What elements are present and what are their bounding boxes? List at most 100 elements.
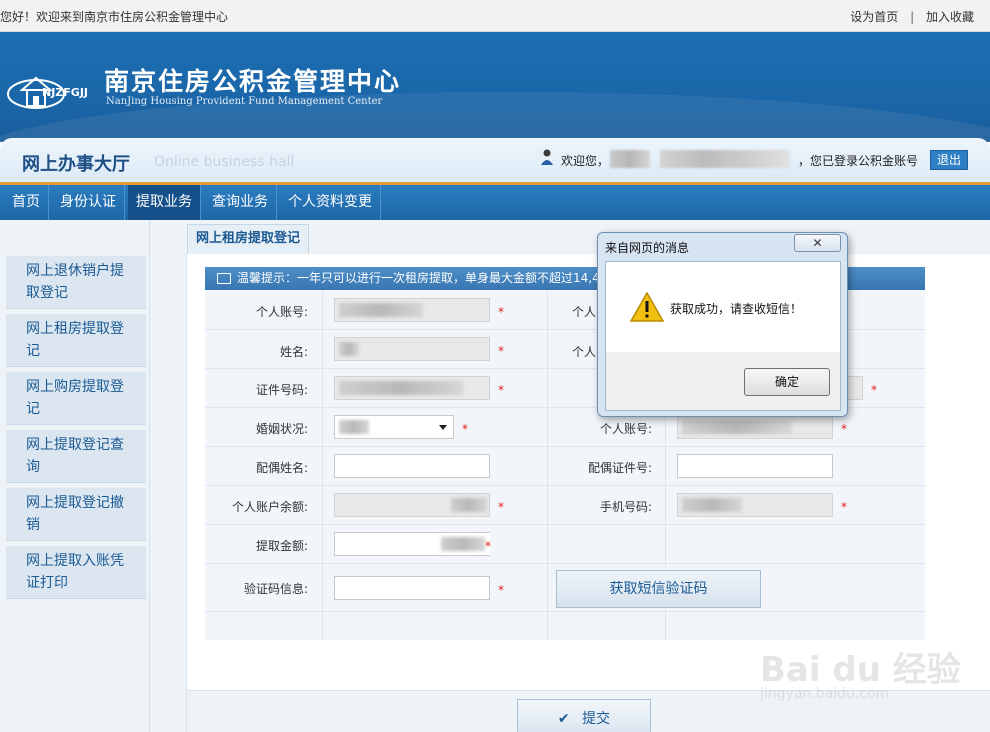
- account-no-field: [334, 298, 490, 322]
- baidu-watermark: Bai du 经验 jingyan.baidu.com: [760, 640, 990, 710]
- main-nav: 首页 身份认证 提取业务 查询业务 个人资料变更: [0, 182, 990, 220]
- required-mark: *: [498, 344, 504, 358]
- nav-item-profile-change[interactable]: 个人资料变更: [280, 185, 381, 220]
- name-field: [334, 337, 490, 361]
- redacted-account: [660, 150, 790, 168]
- sidebar-item-label: 记: [26, 343, 40, 359]
- redacted-value: [682, 420, 792, 434]
- hall-bar: 网上办事大厅 Online business hall 欢迎您， ，您已登录公积…: [0, 138, 990, 182]
- sidebar-item-label: 网上提取登记撤: [26, 495, 124, 511]
- account-no-label: 个人账号:: [255, 305, 308, 319]
- redacted-value: [339, 342, 359, 356]
- top-bar: 您好！欢迎来到南京市住房公积金管理中心 设为首页 | 加入收藏: [0, 0, 990, 32]
- user-icon: [541, 149, 553, 165]
- required-mark: *: [841, 500, 847, 514]
- site-logo[interactable]: NJZFGJJ: [6, 68, 98, 112]
- watermark-url: jingyan.baidu.com: [760, 686, 890, 702]
- close-icon: ✕: [812, 236, 823, 250]
- marital-status-label: 婚姻状况:: [255, 422, 308, 436]
- redacted-value: [441, 537, 485, 551]
- form-row: [205, 525, 925, 564]
- submit-button[interactable]: ✔ 提交: [517, 699, 651, 732]
- dialog-message-area: 获取成功，请查收短信！: [606, 262, 840, 352]
- column-divider: [322, 290, 323, 640]
- hall-title: 网上办事大厅: [22, 154, 130, 175]
- sidebar-item-rent[interactable]: 网上租房提取登 记: [6, 314, 146, 367]
- sidebar-item-label: 询: [26, 459, 40, 475]
- required-mark: *: [498, 383, 504, 397]
- tab-rent-registration[interactable]: 网上租房提取登记: [187, 224, 309, 254]
- top-links: 设为首页 | 加入收藏: [850, 8, 974, 25]
- spouse-account-field: [677, 415, 833, 439]
- sidebar-item-voucher[interactable]: 网上提取入账凭 证打印: [6, 546, 146, 599]
- site-header: NJZFGJJ 南京住房公积金管理中心 NanJing Housing Prov…: [0, 32, 990, 142]
- alert-dialog: 来自网页的消息 ✕ 获取成功，请查收短信！ 确定: [597, 232, 848, 417]
- required-mark: *: [498, 500, 504, 514]
- phone-label: 手机号码:: [599, 500, 652, 514]
- required-mark: *: [871, 383, 877, 397]
- sidebar-item-query[interactable]: 网上提取登记查 询: [6, 430, 146, 483]
- close-button[interactable]: ✕: [794, 234, 841, 252]
- notice-icon: [217, 273, 231, 284]
- required-mark: *: [498, 583, 504, 597]
- sidebar: 网上退休销户提 取登记 网上租房提取登 记 网上购房提取登 记 网上提取登记查 …: [0, 220, 150, 732]
- sidebar-item-label: 取登记: [26, 285, 68, 301]
- sidebar-item-retirement[interactable]: 网上退休销户提 取登记: [6, 256, 146, 309]
- watermark-brand: Bai du 经验: [760, 650, 961, 690]
- warning-icon: [630, 292, 664, 322]
- phone-field: [677, 493, 833, 517]
- redacted-value: [339, 381, 463, 395]
- redacted-value: [339, 303, 423, 317]
- sidebar-item-purchase[interactable]: 网上购房提取登 记: [6, 372, 146, 425]
- spouse-id-input[interactable]: [677, 454, 833, 478]
- welcome-text: 您好！欢迎来到南京市住房公积金管理中心: [0, 10, 229, 24]
- balance-label: 个人账户余额:: [231, 500, 308, 514]
- amount-input[interactable]: [334, 532, 490, 556]
- sidebar-item-label: 网上租房提取登: [26, 321, 124, 337]
- redacted-value: [682, 498, 742, 512]
- submit-label: 提交: [582, 711, 611, 727]
- marital-status-select[interactable]: [334, 415, 454, 439]
- captcha-label: 验证码信息:: [243, 582, 308, 596]
- column-divider: [547, 290, 548, 640]
- check-icon: ✔: [557, 711, 570, 727]
- sidebar-item-label: 证打印: [26, 575, 68, 591]
- redacted-value: [339, 420, 369, 434]
- set-homepage-link[interactable]: 设为首页: [850, 10, 898, 24]
- nav-item-home[interactable]: 首页: [4, 185, 49, 220]
- logo-abbreviation: NJZFGJJ: [42, 86, 89, 99]
- get-sms-code-button[interactable]: 获取短信验证码: [556, 570, 761, 608]
- nav-item-withdrawal[interactable]: 提取业务: [128, 185, 201, 220]
- nav-item-identity[interactable]: 身份认证: [52, 185, 125, 220]
- greeting-text: 欢迎您，: [561, 154, 610, 168]
- id-no-field: [334, 376, 490, 400]
- required-mark: *: [498, 305, 504, 319]
- sidebar-item-label: 网上退休销户提: [26, 263, 124, 279]
- sidebar-item-label: 网上提取登记查: [26, 437, 124, 453]
- add-favorite-link[interactable]: 加入收藏: [926, 10, 974, 24]
- site-subtitle: NanJing Housing Provident Fund Managemen…: [106, 96, 383, 107]
- notice-text: 温馨提示：一年只可以进行一次租房提取，单身最大金额不超过14,4: [237, 271, 600, 285]
- ok-button[interactable]: 确定: [744, 368, 830, 396]
- sms-code-input[interactable]: [334, 576, 490, 600]
- required-mark: *: [841, 422, 847, 436]
- logout-button[interactable]: 退出: [930, 150, 968, 170]
- login-status-text: ，您已登录公积金账号: [798, 154, 919, 168]
- field-label: 个人: [572, 305, 597, 319]
- sidebar-item-label: 网上购房提取登: [26, 379, 124, 395]
- nav-item-query[interactable]: 查询业务: [204, 185, 277, 220]
- name-label: 姓名:: [279, 345, 308, 359]
- sidebar-item-label: 网上提取入账凭: [26, 553, 124, 569]
- spouse-name-input[interactable]: [334, 454, 490, 478]
- spouse-name-label: 配偶姓名:: [255, 461, 308, 475]
- personal-account-label: 个人账号:: [599, 422, 652, 436]
- site-title: 南京住房公积金管理中心: [104, 67, 402, 96]
- id-no-label: 证件号码:: [255, 383, 308, 397]
- chevron-down-icon: [439, 425, 447, 430]
- sidebar-item-label: 销: [26, 517, 40, 533]
- spouse-id-label: 配偶证件号:: [587, 461, 652, 475]
- link-separator: |: [910, 10, 915, 24]
- sidebar-item-cancel[interactable]: 网上提取登记撤 销: [6, 488, 146, 541]
- redacted-username: [610, 150, 650, 168]
- balance-field: [334, 493, 490, 517]
